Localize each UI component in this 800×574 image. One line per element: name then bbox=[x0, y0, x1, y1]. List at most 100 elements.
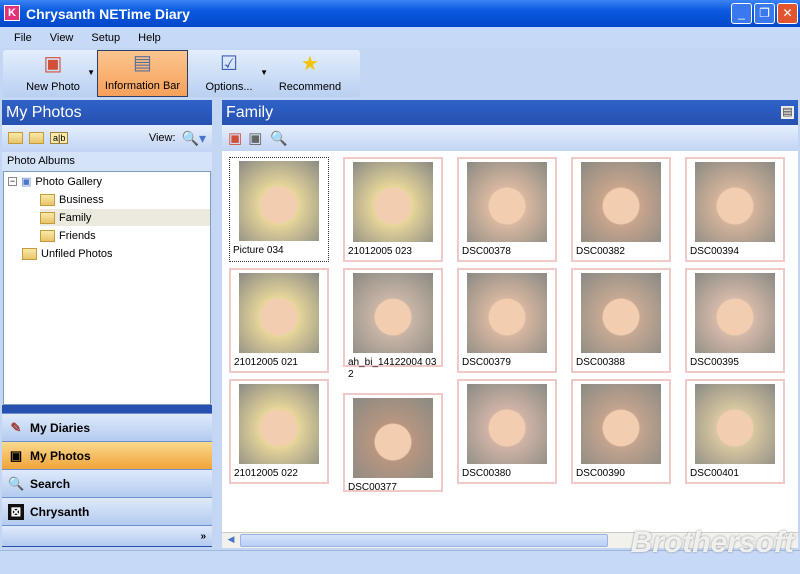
photo-thumbnail[interactable]: DSC00395 bbox=[685, 268, 785, 373]
gallery-icon: ▣ bbox=[21, 176, 32, 188]
chevron-double-right-icon[interactable]: » bbox=[200, 531, 206, 542]
photo-thumbnail[interactable]: DSC00401 bbox=[685, 379, 785, 484]
remove-photo-icon[interactable]: ▣ bbox=[248, 129, 262, 147]
photo-thumbnail[interactable]: DSC00382 bbox=[571, 157, 671, 262]
photo-image bbox=[239, 273, 319, 353]
photo-icon: ▣ bbox=[9, 447, 23, 463]
options-button[interactable]: ☑ Options... ▼ bbox=[188, 50, 270, 97]
photo-caption: DSC00378 bbox=[462, 246, 511, 257]
photo-thumbnail[interactable]: DSC00388 bbox=[571, 268, 671, 373]
nav-my-photos[interactable]: ▣ My Photos bbox=[2, 441, 212, 469]
nav-label: Chrysanth bbox=[30, 504, 90, 519]
menu-file[interactable]: File bbox=[14, 32, 32, 44]
node-label: Unfiled Photos bbox=[41, 247, 113, 260]
photo-caption: 21012005 021 bbox=[234, 357, 298, 368]
rename-album-icon[interactable]: a|b bbox=[50, 132, 69, 144]
photo-thumbnail[interactable]: DSC00378 bbox=[457, 157, 557, 262]
information-bar-label: Information Bar bbox=[104, 80, 181, 92]
right-panel-header: Family ▤ bbox=[222, 100, 798, 125]
chevron-down-icon[interactable]: ▼ bbox=[260, 68, 268, 77]
photo-caption: DSC00382 bbox=[576, 246, 625, 257]
photo-thumbnail[interactable]: Picture 034 bbox=[229, 157, 329, 262]
photo-grid: Picture 034 21012005 023 DSC00378 DSC00382 D… bbox=[222, 151, 798, 532]
new-album-icon[interactable] bbox=[8, 132, 23, 144]
title-bar: K Chrysanth NETime Diary bbox=[0, 0, 800, 27]
app-icon: K bbox=[4, 5, 20, 21]
album-tree: − ▣ Photo Gallery Business Family Friends … bbox=[3, 171, 211, 405]
menu-bar: File View Setup Help bbox=[0, 27, 800, 48]
photo-image bbox=[353, 398, 433, 478]
tree-node-business[interactable]: Business bbox=[40, 191, 104, 208]
photo-caption: DSC00377 bbox=[348, 482, 397, 493]
photo-thumbnail[interactable]: 21012005 023 bbox=[343, 157, 443, 262]
tree-node-unfiled[interactable]: Unfiled Photos bbox=[22, 245, 113, 262]
recommend-button[interactable]: ★ Recommend bbox=[270, 50, 350, 97]
photo-albums-label: Photo Albums bbox=[2, 152, 212, 171]
photo-caption: DSC00379 bbox=[462, 357, 511, 368]
photo-image bbox=[695, 273, 775, 353]
new-photo-label: New Photo bbox=[26, 81, 80, 93]
panel-menu-icon[interactable]: ▤ bbox=[781, 106, 794, 119]
node-label: Photo Gallery bbox=[35, 175, 103, 188]
nav-my-diaries[interactable]: ✎ My Diaries bbox=[2, 413, 212, 441]
photo-caption: DSC00401 bbox=[690, 468, 739, 479]
photo-image bbox=[353, 162, 433, 242]
tree-node-photo-gallery[interactable]: − ▣ Photo Gallery bbox=[8, 173, 102, 190]
photo-image bbox=[239, 161, 319, 241]
photo-caption: 21012005 023 bbox=[348, 246, 412, 257]
node-label: Friends bbox=[59, 229, 96, 242]
nav-label: My Photos bbox=[30, 448, 91, 463]
scroll-left-icon[interactable]: ◀ bbox=[224, 534, 238, 547]
close-button[interactable]: ✕ bbox=[777, 3, 798, 24]
photo-toolbar: ▣ ▣ 🔍 bbox=[222, 125, 798, 151]
panel-splitter[interactable] bbox=[2, 405, 212, 413]
album-title: Family bbox=[226, 103, 274, 121]
menu-setup[interactable]: Setup bbox=[91, 32, 120, 44]
unfiled-folder-icon bbox=[22, 247, 37, 260]
photo-image bbox=[239, 384, 319, 464]
nav-chrysanth[interactable]: ⊠ Chrysanth bbox=[2, 497, 212, 525]
photo-caption: DSC00395 bbox=[690, 357, 739, 368]
menu-view[interactable]: View bbox=[50, 32, 74, 44]
photo-thumbnail[interactable]: DSC00379 bbox=[457, 268, 557, 373]
node-label: Family bbox=[59, 211, 92, 224]
photo-thumbnail[interactable]: 21012005 021 bbox=[229, 268, 329, 373]
nav-label: My Diaries bbox=[30, 420, 91, 435]
node-label: Business bbox=[59, 193, 104, 206]
photo-image bbox=[467, 273, 547, 353]
new-photo-button[interactable]: ▣ New Photo ▼ bbox=[9, 50, 97, 97]
view-mode-icon[interactable]: 🔍▾ bbox=[182, 130, 206, 147]
new-photo-icon: ▣ bbox=[43, 53, 63, 75]
photo-image bbox=[467, 162, 547, 242]
zoom-photo-icon[interactable]: 🔍 bbox=[270, 130, 287, 147]
nav-overflow[interactable]: » bbox=[2, 525, 212, 547]
delete-album-icon[interactable] bbox=[29, 132, 44, 144]
photo-image bbox=[581, 162, 661, 242]
chevron-down-icon[interactable]: ▼ bbox=[87, 68, 95, 77]
minimize-button[interactable]: _ bbox=[731, 3, 752, 24]
collapse-icon[interactable]: − bbox=[8, 177, 17, 186]
information-bar-button[interactable]: ▤ Information Bar bbox=[97, 50, 188, 97]
photo-thumbnail[interactable]: DSC00380 bbox=[457, 379, 557, 484]
add-photo-icon[interactable]: ▣ bbox=[228, 129, 242, 147]
nav-search[interactable]: 🔍 Search bbox=[2, 469, 212, 497]
main-toolbar: ▣ New Photo ▼ ▤ Information Bar ☑ Options...… bbox=[3, 50, 360, 97]
photo-image bbox=[353, 273, 433, 353]
photo-thumbnail[interactable]: ah_bi_14122004 032 bbox=[343, 268, 443, 380]
scrollbar-thumb[interactable] bbox=[240, 534, 608, 547]
menu-help[interactable]: Help bbox=[138, 32, 161, 44]
photo-thumbnail[interactable]: DSC00394 bbox=[685, 157, 785, 262]
folder-icon bbox=[40, 211, 55, 224]
brothersoft-watermark: Brothersoft bbox=[630, 526, 794, 559]
chrysanth-icon: ⊠ bbox=[8, 503, 24, 520]
photo-thumbnail[interactable]: DSC00377 bbox=[343, 393, 443, 493]
photo-thumbnail[interactable]: 21012005 022 bbox=[229, 379, 329, 484]
album-toolbar: a|b View: 🔍▾ bbox=[2, 125, 212, 151]
photo-image bbox=[581, 384, 661, 464]
tree-node-friends[interactable]: Friends bbox=[40, 227, 96, 244]
photo-caption: 21012005 022 bbox=[234, 468, 298, 479]
tree-node-family[interactable]: Family bbox=[40, 209, 210, 226]
maximize-button[interactable]: ❐ bbox=[754, 3, 775, 24]
photo-thumbnail[interactable]: DSC00390 bbox=[571, 379, 671, 484]
photo-caption: Picture 034 bbox=[233, 245, 284, 256]
